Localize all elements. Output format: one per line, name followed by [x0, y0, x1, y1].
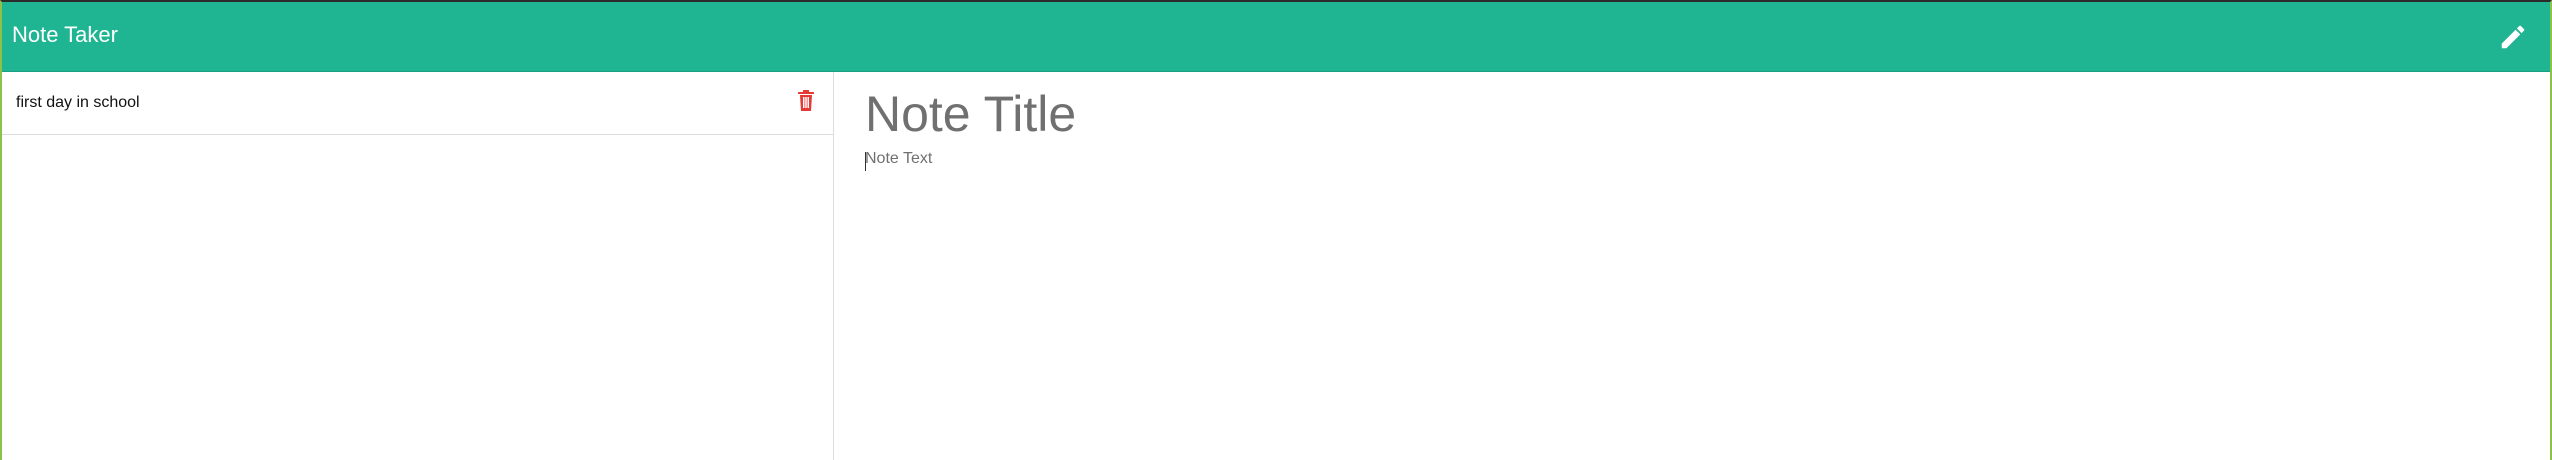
- text-caret: [865, 152, 866, 171]
- note-text-input[interactable]: [865, 150, 2465, 430]
- navbar: Note Taker: [2, 2, 2550, 72]
- app-window: Note Taker first day in school: [0, 0, 2552, 460]
- trash-icon[interactable]: [797, 90, 815, 112]
- note-list-item[interactable]: first day in school: [2, 72, 833, 135]
- note-title-input[interactable]: [865, 80, 2365, 148]
- pencil-icon[interactable]: [2498, 22, 2528, 52]
- notes-sidebar: first day in school: [2, 72, 834, 460]
- note-editor: [835, 72, 2550, 460]
- note-list-item-title[interactable]: first day in school: [16, 94, 140, 112]
- app-title[interactable]: Note Taker: [12, 22, 118, 48]
